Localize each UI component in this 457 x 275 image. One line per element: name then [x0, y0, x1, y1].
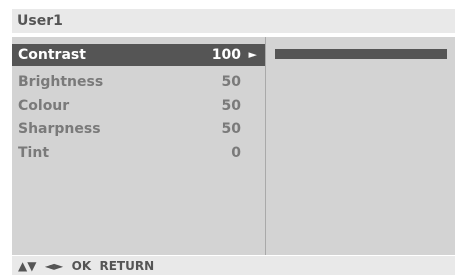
menu-item-label: Colour [18, 98, 70, 114]
menu-item-label: Tint [18, 145, 50, 161]
menu-item-value: 50 [221, 98, 241, 114]
menu-item-contrast[interactable]: Contrast 100 ► [12, 44, 265, 66]
title-bar: User1 [12, 9, 455, 33]
menu-item-value: 50 [221, 74, 241, 90]
menu-item-value: 0 [231, 145, 241, 161]
menu-item-tint[interactable]: Tint 0 [12, 142, 265, 164]
menu-item-colour[interactable]: Colour 50 [12, 95, 265, 117]
menu-item-sharpness[interactable]: Sharpness 50 [12, 118, 265, 140]
menu-item-label: Contrast [18, 47, 86, 63]
level-panel [266, 37, 455, 255]
contrast-level-bar[interactable] [275, 49, 447, 59]
menu-item-label: Sharpness [18, 121, 101, 137]
footer-hints-bar: ▲▼ ◄► OK RETURN [12, 256, 455, 275]
menu-title: User1 [17, 13, 63, 29]
menu-item-label: Brightness [18, 74, 104, 90]
menu-item-brightness[interactable]: Brightness 50 [12, 71, 265, 93]
menu-item-value: 50 [221, 121, 241, 137]
menu-item-value: 100 [211, 47, 241, 63]
footer-hints: ▲▼ ◄► OK RETURN [18, 259, 155, 273]
settings-menu: Contrast 100 ► Brightness 50 Colour 50 S… [12, 37, 265, 255]
arrow-right-icon: ► [248, 48, 257, 61]
